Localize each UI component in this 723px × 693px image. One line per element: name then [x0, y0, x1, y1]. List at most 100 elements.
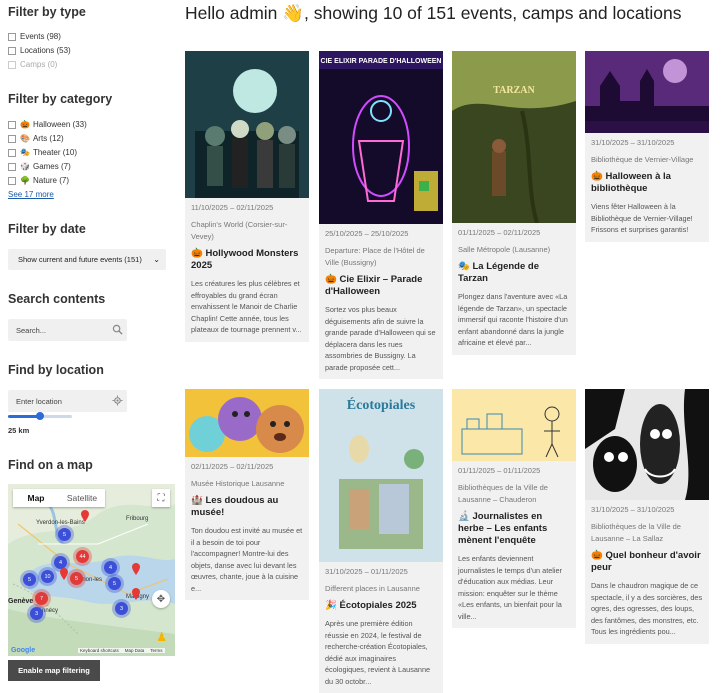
event-title[interactable]: 🎃 Cie Elixir – Parade d'Halloween	[325, 274, 437, 298]
pumpkin-icon: 🎃	[20, 120, 30, 129]
map-pin-icon[interactable]	[132, 588, 140, 600]
checkbox-locations[interactable]: Locations (53)	[8, 46, 71, 55]
enable-map-filtering-button[interactable]: Enable map filtering	[8, 660, 100, 681]
search-placeholder: Search...	[16, 325, 47, 335]
map-cluster[interactable]: 3	[30, 607, 43, 620]
event-card[interactable]: 02/11/2025 – 02/11/2025 Musée Historique…	[185, 389, 309, 600]
event-venue: Musée Historique Lausanne	[191, 479, 285, 488]
event-image[interactable]	[585, 389, 709, 500]
event-title[interactable]: 🎉 Écotopiales 2025	[325, 600, 437, 612]
map-pin-icon[interactable]	[60, 568, 68, 580]
checkbox-box[interactable]	[8, 120, 16, 129]
event-card[interactable]: TARZAN 01/11/2025 – 02/11/2025 Salle Mét…	[452, 51, 576, 355]
poster-title: CIE ELIXIR PARADE D'HALLOWEEN	[321, 58, 442, 65]
pegman-icon[interactable]: ♟	[156, 630, 167, 644]
checkbox-category-halloween[interactable]: 🎃 Halloween (33)	[8, 120, 87, 129]
map-cluster[interactable]: 7	[35, 592, 48, 605]
event-title-text: Quel bonheur d'avoir peur	[591, 550, 701, 573]
event-title[interactable]: 🎭 La Légende de Tarzan	[458, 261, 570, 285]
map-cluster[interactable]: 5	[23, 573, 36, 586]
chevron-down-icon: ⌄	[153, 255, 160, 264]
radius-slider-knob[interactable]	[36, 412, 44, 420]
checkbox-category-theater[interactable]: 🎭 Theater (10)	[8, 148, 77, 157]
search-icon[interactable]	[112, 324, 123, 335]
map-cluster[interactable]: 5	[70, 572, 83, 585]
palette-icon: 🎨	[20, 134, 30, 143]
event-title[interactable]: 🎃 Halloween à la bibliothèque	[591, 171, 703, 195]
map-tab-map[interactable]: Map	[13, 489, 59, 507]
checkbox-label: Theater (10)	[32, 148, 77, 157]
event-card[interactable]: Écotopiales 31/10/2025 – 01/11/2025 Diff…	[319, 389, 443, 693]
map-cluster[interactable]: 44	[76, 550, 89, 563]
event-date: 01/11/2025 – 02/11/2025	[458, 228, 541, 237]
map-cluster[interactable]: 5	[108, 577, 121, 590]
page-title: Hello admin 👋, showing 10 of 151 events,…	[185, 3, 682, 23]
map-cluster[interactable]: 5	[58, 528, 71, 541]
locate-me-icon[interactable]	[112, 395, 123, 406]
event-title[interactable]: 🎃 Hollywood Monsters 2025	[191, 248, 303, 272]
event-venue: Departure: Place de l'Hôtel de Ville (Bu…	[325, 246, 425, 267]
map-pan-control[interactable]: ✥	[152, 590, 170, 608]
checkbox-label: Halloween (33)	[32, 120, 87, 129]
map-pin-icon[interactable]	[81, 510, 89, 522]
event-title-text: Hollywood Monsters 2025	[191, 248, 299, 271]
map-cluster[interactable]: 4	[104, 561, 117, 574]
search-input[interactable]: Search...	[8, 319, 127, 341]
event-card[interactable]: 31/10/2025 – 31/10/2025 Bibliothèque de …	[585, 51, 709, 242]
event-card[interactable]: 31/10/2025 – 31/10/2025 Bibliothèques de…	[585, 389, 709, 644]
checkbox-label: Games (7)	[32, 162, 71, 171]
event-card[interactable]: 11/10/2025 – 02/11/2025 Chaplin's World …	[185, 51, 309, 342]
event-title[interactable]: 🏰 Les doudous au musée!	[191, 495, 303, 519]
event-title[interactable]: 🎃 Quel bonheur d'avoir peur	[591, 550, 703, 574]
event-image[interactable]	[585, 51, 709, 133]
checkbox-box[interactable]	[8, 176, 16, 185]
party-popper-icon: 🎉	[325, 600, 337, 611]
map-cluster[interactable]: 3	[115, 602, 128, 615]
find-location-title: Find by location	[8, 363, 104, 377]
location-placeholder: Enter location	[16, 396, 62, 406]
checkbox-box[interactable]	[8, 148, 16, 157]
checkbox-box[interactable]	[8, 46, 16, 55]
event-date: 01/11/2025 – 01/11/2025	[458, 466, 541, 475]
checkbox-box[interactable]	[8, 134, 16, 143]
keyboard-shortcuts-link[interactable]: Keyboard shortcuts	[80, 648, 119, 653]
map-tab-satellite[interactable]: Satellite	[59, 489, 105, 507]
checkbox-events[interactable]: Events (98)	[8, 32, 61, 41]
event-image[interactable]: Écotopiales	[319, 389, 443, 562]
map[interactable]: Map Satellite ⛶ Yverdon-les-Bains Fribou…	[8, 484, 175, 656]
google-logo: Google	[11, 647, 36, 654]
fullscreen-icon[interactable]: ⛶	[152, 489, 170, 507]
event-image[interactable]: CIE ELIXIR PARADE D'HALLOWEEN	[319, 51, 443, 224]
event-venue: Chaplin's World (Corsier-sur-Vevey)	[191, 220, 288, 241]
checkbox-category-games[interactable]: 🎲 Games (7)	[8, 162, 71, 171]
filter-category-title: Filter by category	[8, 92, 113, 106]
event-image[interactable]	[185, 389, 309, 457]
radius-slider[interactable]	[8, 412, 72, 420]
terms-link[interactable]: Terms	[150, 648, 162, 653]
map-data-link[interactable]: Map Data	[125, 648, 145, 653]
date-select[interactable]: Show current and future events (151) ⌄	[8, 249, 166, 270]
event-card[interactable]: CIE ELIXIR PARADE D'HALLOWEEN 25/10/2025…	[319, 51, 443, 379]
event-image[interactable]: TARZAN	[452, 51, 576, 223]
see-more-link[interactable]: See 17 more	[8, 190, 54, 199]
radius-label: 25 km	[8, 426, 30, 435]
checkbox-label: Arts (12)	[32, 134, 64, 143]
checkbox-category-arts[interactable]: 🎨 Arts (12)	[8, 134, 64, 143]
event-venue: Bibliothèques de la Ville de Lausanne – …	[458, 483, 548, 504]
checkbox-box[interactable]	[8, 32, 16, 41]
event-title[interactable]: 🔬 Journalistes en herbe – Les enfants mè…	[458, 511, 570, 547]
checkbox-camps: Camps (0)	[8, 60, 57, 69]
event-image[interactable]	[452, 389, 576, 461]
map-pin-icon[interactable]	[132, 563, 140, 575]
event-title-text: Les doudous au musée!	[191, 495, 279, 518]
date-select-value: Show current and future events (151)	[18, 255, 142, 264]
checkbox-box	[8, 60, 16, 69]
event-card[interactable]: 01/11/2025 – 01/11/2025 Bibliothèques de…	[452, 389, 576, 628]
event-image[interactable]	[185, 51, 309, 198]
map-label-fribourg: Fribourg	[126, 516, 149, 522]
location-input[interactable]: Enter location	[8, 390, 127, 412]
checkbox-box[interactable]	[8, 162, 16, 171]
checkbox-category-nature[interactable]: 🌳 Nature (7)	[8, 176, 69, 185]
map-cluster[interactable]: 10	[41, 570, 54, 583]
event-description: Les enfants deviennent journalistes le t…	[458, 554, 563, 621]
